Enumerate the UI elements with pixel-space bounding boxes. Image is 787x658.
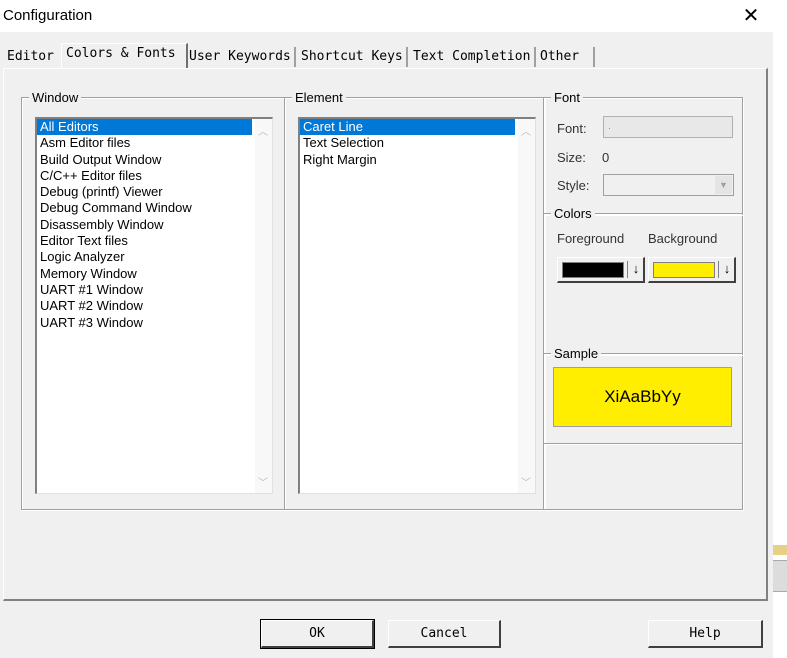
dropdown-arrow-icon: ↓ [723,261,731,276]
background-strip-block [773,560,787,592]
tab-text-completion[interactable]: Text Completion [409,47,536,67]
window-listbox[interactable]: All Editors Asm Editor files Build Outpu… [35,117,273,494]
list-item[interactable]: UART #2 Window [37,298,272,314]
foreground-color-button[interactable]: ↓ [557,257,645,283]
list-item[interactable]: Debug (printf) Viewer [37,184,272,200]
window-title: Configuration [3,7,93,24]
style-label: Style: [557,178,590,193]
button-separator [627,261,628,278]
list-item-all-editors[interactable]: All Editors [37,119,252,136]
background-label: Background [648,231,718,246]
ok-button[interactable]: OK [260,619,375,649]
foreground-label: Foreground [557,231,625,246]
sample-group-label: Sample [551,346,602,361]
size-value: 0 [602,150,610,165]
dropdown-arrow-icon: ↓ [632,261,640,276]
list-item[interactable]: Text Selection [300,135,535,151]
style-dropdown[interactable]: ▼ [603,174,734,196]
list-item[interactable]: Debug Command Window [37,200,272,216]
list-item[interactable]: C/C++ Editor files [37,168,272,184]
list-item[interactable]: Right Margin [300,152,535,168]
list-item[interactable]: Disassembly Window [37,217,272,233]
button-separator [718,261,719,278]
list-item[interactable]: Build Output Window [37,152,272,168]
list-item[interactable]: Logic Analyzer [37,249,272,265]
tab-other[interactable]: Other [536,47,595,67]
background-color-button[interactable]: ↓ [648,257,736,283]
scroll-down-icon[interactable]: ﹀ [521,474,531,489]
tab-colors-fonts[interactable]: Colors & Fonts [61,43,188,68]
chevron-down-icon[interactable]: ▼ [715,176,732,194]
scroll-up-icon[interactable]: ︿ [521,123,531,138]
help-button[interactable]: Help [648,620,763,648]
empty-groupbox [543,443,743,510]
window-group-label: Window [29,90,82,105]
font-group-label: Font [551,90,584,105]
element-listbox[interactable]: Caret Line Text Selection Right Margin ︿… [298,117,536,494]
list-item[interactable]: UART #1 Window [37,282,272,298]
list-item[interactable]: UART #3 Window [37,315,272,331]
window-list-scrollbar[interactable]: ︿ ﹀ [255,119,272,493]
list-item-caret-line[interactable]: Caret Line [300,119,515,136]
font-label: Font: [557,121,587,136]
background-strip-accent [773,545,787,555]
title-bar: Configuration ✕ [0,0,773,32]
tab-user-keywords[interactable]: User Keywords [185,47,296,67]
list-item[interactable]: Editor Text files [37,233,272,249]
list-item[interactable]: Memory Window [37,266,272,282]
colors-group-label: Colors [551,206,595,221]
font-select-button[interactable]: · [603,116,733,138]
foreground-swatch [562,262,624,278]
size-label: Size: [557,150,586,165]
tab-editor[interactable]: Editor [3,47,63,67]
tab-shortcut-keys[interactable]: Shortcut Keys [297,47,408,67]
list-item[interactable]: Asm Editor files [37,135,272,151]
sample-preview: XiAaBbYy [553,367,732,427]
scroll-up-icon[interactable]: ︿ [258,123,268,138]
scroll-down-icon[interactable]: ﹀ [258,474,268,489]
close-icon[interactable]: ✕ [738,4,764,28]
element-group-label: Element [292,90,346,105]
background-swatch [653,262,715,278]
element-list-scrollbar[interactable]: ︿ ﹀ [518,119,535,493]
background-window-edge [773,0,787,658]
cancel-button[interactable]: Cancel [388,620,501,648]
